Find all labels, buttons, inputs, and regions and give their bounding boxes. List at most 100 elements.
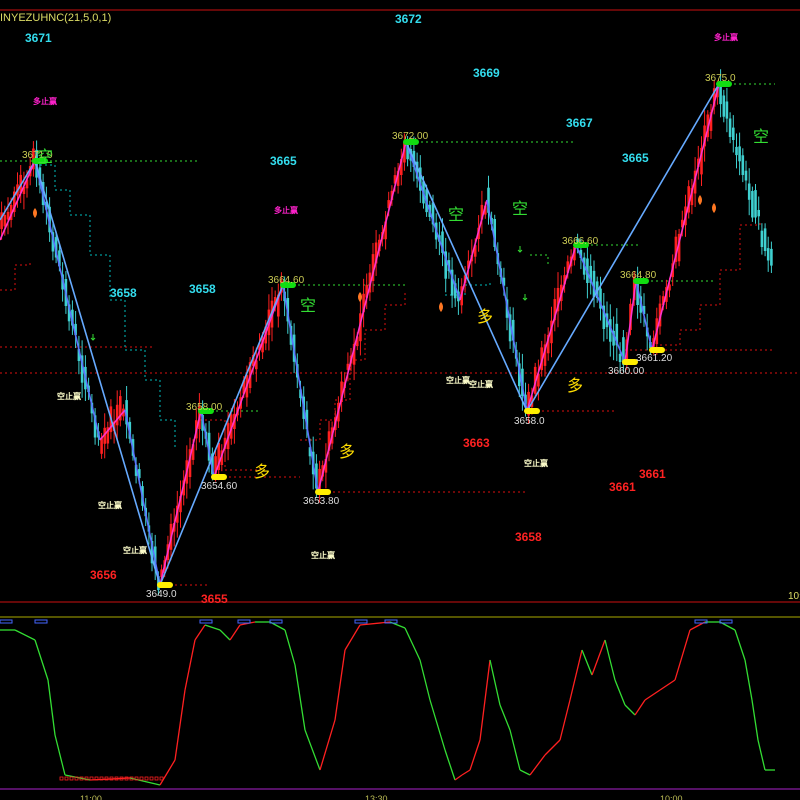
chart-stage: 3671.0 3649.0 3654.60 3658.00 3664.60 3653.80… [0,0,800,800]
zigzag-segment-10 [459,199,488,301]
zigzag-segment-7 [282,284,319,493]
osc-segment-30 [454,774,463,781]
osc-high-marker-3 [237,619,251,624]
pivot-label-4: 3664.60 [268,275,305,286]
candle-237 [757,210,760,217]
osc-segment-54 [734,629,746,661]
pivot-label-3: 3658.00 [186,402,223,413]
level-cyan-label-0: 3672 [395,12,422,26]
pivot-label-9: 3660.00 [608,366,645,377]
osc-segment-37 [519,769,531,776]
osc-segment-47 [634,699,646,716]
x-tick-label-2: 10:00 [660,794,683,800]
osc-high-marker-5 [354,619,368,624]
pivot-marker-2 [211,474,227,480]
osc-low-marker [59,776,64,781]
candle-229 [732,127,735,140]
level-red-label-3: 3658 [515,530,542,544]
osc-segment-50 [674,629,691,681]
osc-segment-36 [509,729,521,771]
pivot-label-7: 3658.0 [514,416,545,427]
pivot-marker-7 [524,408,540,414]
candle-239 [763,228,767,251]
candle-230 [735,146,738,156]
pivot-label-1: 3649.0 [146,589,177,600]
level-red-label-1: 3661 [609,480,636,494]
osc-low-marker [144,776,149,781]
level-red-label-0: 3663 [463,436,490,450]
candle-31 [100,438,103,454]
take-profit-label-2: 多止赢 [274,205,298,215]
candle-194 [618,353,622,362]
osc-segment-38 [529,754,546,776]
candle-233 [744,170,748,181]
short-signal-3: 空 [300,297,316,315]
candle-234 [747,183,751,200]
osc-segment-28 [429,699,446,751]
osc-segment-27 [419,659,431,701]
osc-high-marker-6 [384,619,398,624]
x-tick-label-0: 11:00 [80,794,102,800]
x-tick-label-1: 13:30 [365,794,388,800]
long-signal-0: 多 [254,463,270,481]
osc-segment-31 [461,769,471,776]
osc-high-marker-1 [34,619,48,624]
osc-segment-49 [659,679,676,691]
osc-segment-21 [319,719,336,771]
zigzag-segment-8 [317,141,407,493]
zigzag-segment-11 [486,199,528,412]
osc-segment-33 [479,659,491,741]
osc-segment-41 [569,649,583,701]
osc-segment-18 [284,629,296,666]
level-cyan-label-6: 3658 [110,286,137,300]
zigzag-segment-18 [159,284,284,586]
osc-segment-26 [404,627,421,661]
zigzag-segment-16 [651,83,720,351]
take-profit-label-8: 空止赢 [123,545,147,555]
osc-low-marker [154,776,159,781]
pivot-label-6: 3672.00 [392,131,429,142]
indicator-title: INYEZUHNC(21,5,0,1) [0,12,112,24]
long-signal-1: 多 [339,443,355,461]
take-profit-label-5: 空止赢 [469,379,493,389]
osc-segment-44 [604,639,616,681]
osc-segment-56 [751,699,759,741]
pivot-marker-5 [315,489,331,495]
osc-segment-57 [757,739,766,771]
flame-icon-3 [698,195,702,205]
osc-segment-13 [219,629,231,641]
price-chart[interactable]: 3671.03649.03654.603658.003664.603653.80… [0,0,800,800]
candle-231 [738,146,741,162]
osc-high-marker-8 [719,619,733,624]
osc-segment-48 [644,689,661,701]
osc-segment-46 [624,704,636,716]
flame-icon-2 [439,302,443,312]
osc-segment-5 [64,774,91,781]
pivot-label-5: 3653.80 [303,496,340,507]
zigzag-segment-6 [213,284,284,478]
short-signal-2: 空 [512,200,528,218]
long-signal-2: 多 [477,308,493,326]
short-signal-1: 空 [448,206,464,224]
candle-36 [115,404,119,426]
take-profit-label-9: 空止赢 [311,550,335,560]
pivot-marker-1 [157,582,173,588]
zigzag-segment-19 [405,141,528,412]
long-signal-3: 多 [567,377,583,395]
osc-low-marker [139,776,144,781]
trail-stop-red-3 [0,260,31,291]
take-profit-label-1: 多止赢 [33,96,57,106]
osc-segment-34 [489,659,501,706]
osc-segment-55 [744,659,753,701]
osc-segment-8 [159,759,176,786]
level-cyan-label-2: 3669 [473,66,500,80]
candle-226 [722,95,726,117]
flame-icon-4 [712,203,716,213]
pivot-label-10: 3664.80 [620,270,657,281]
osc-segment-42 [581,649,593,676]
candle-240 [766,248,770,261]
osc-high-marker-4 [269,619,283,624]
osc-segment-11 [194,624,206,641]
pivot-label-8: 3666.60 [562,236,599,247]
candle-236 [754,190,757,218]
